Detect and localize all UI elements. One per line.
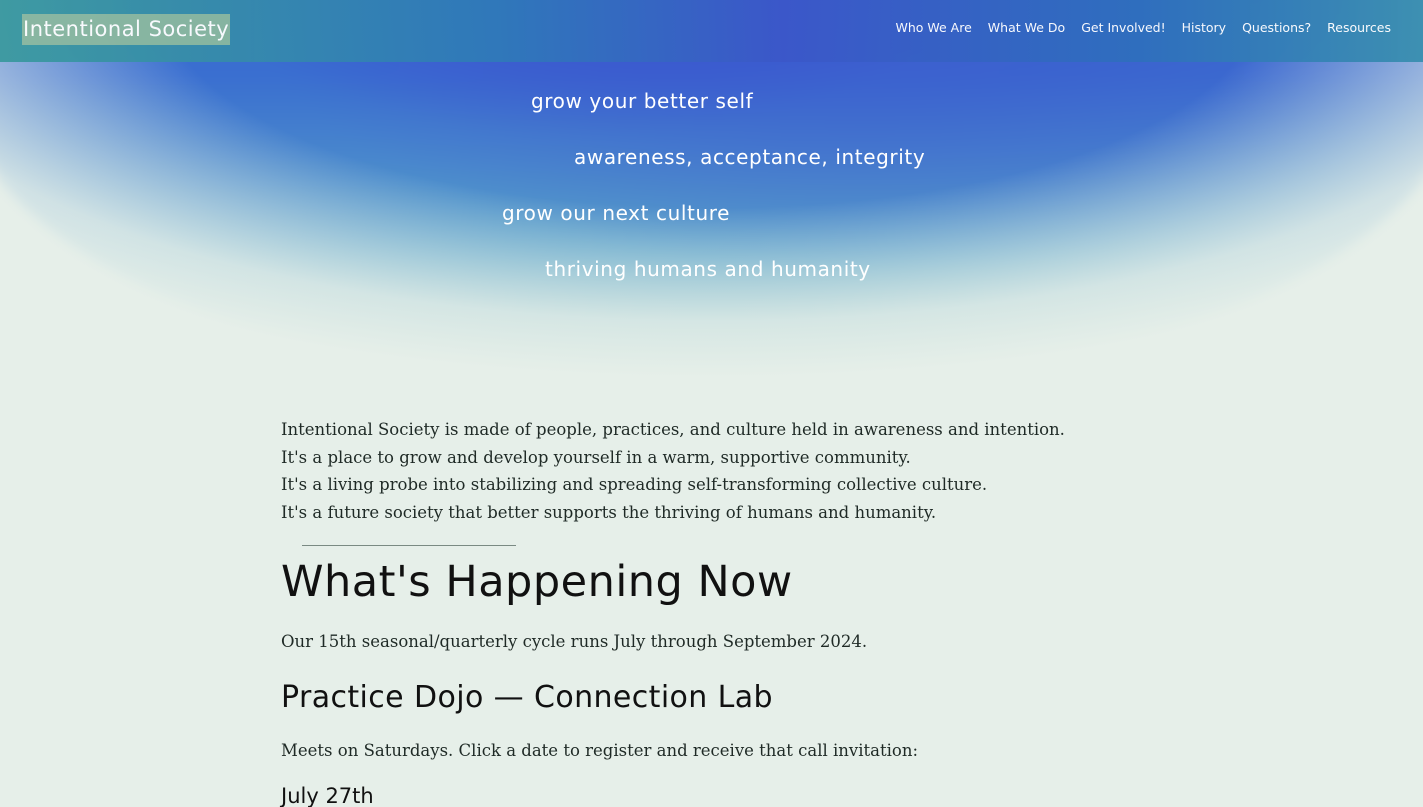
intro-paragraph: It's a future society that better suppor… xyxy=(281,502,937,522)
intro-section: Intentional Society is made of people, p… xyxy=(281,416,1161,526)
hero-tagline-3: grow our next culture xyxy=(502,201,731,225)
date-link-july-27[interactable]: July 27th xyxy=(281,784,374,807)
intro-paragraph: Intentional Society is made of people, p… xyxy=(281,420,1065,439)
main-content: Intentional Society is made of people, p… xyxy=(281,416,1161,807)
hero-tagline-2: awareness, acceptance, integrity xyxy=(574,145,926,169)
section-divider xyxy=(302,545,516,546)
nav-who-we-are[interactable]: Who We Are xyxy=(895,20,971,35)
nav-what-we-do[interactable]: What We Do xyxy=(988,20,1065,35)
hero-tagline-1: grow your better self xyxy=(531,89,754,113)
nav-get-involved[interactable]: Get Involved! xyxy=(1081,20,1165,35)
nav-resources[interactable]: Resources xyxy=(1327,20,1391,35)
practice-dojo-heading: Practice Dojo — Connection Lab xyxy=(281,680,773,715)
cycle-text: Our 15th seasonal/quarterly cycle runs J… xyxy=(281,632,868,651)
site-logo-link[interactable]: Intentional Society xyxy=(22,14,231,45)
intro-paragraph: It's a living probe into stabilizing and… xyxy=(281,475,988,495)
page: grow your better self awareness, accepta… xyxy=(0,0,1423,807)
intro-paragraph: It's a place to grow and develop yoursel… xyxy=(281,447,911,467)
nav-history[interactable]: History xyxy=(1182,20,1226,35)
nav-questions[interactable]: Questions? xyxy=(1242,20,1311,35)
whats-happening-heading: What's Happening Now xyxy=(281,557,793,607)
hero-tagline-4: thriving humans and humanity xyxy=(545,257,871,281)
hero-banner: grow your better self awareness, accepta… xyxy=(0,0,1423,420)
main-nav: Who We Are What We Do Get Involved! Hist… xyxy=(895,20,1391,35)
meets-text: Meets on Saturdays. Click a date to regi… xyxy=(281,741,918,760)
top-navigation-bar: Intentional Society Who We Are What We D… xyxy=(0,0,1423,62)
